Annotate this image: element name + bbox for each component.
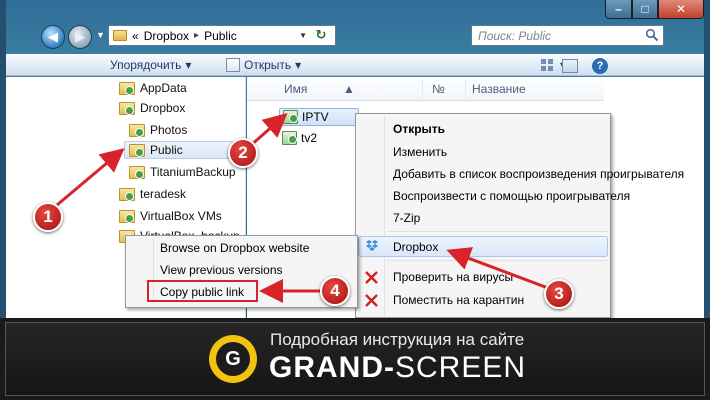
- step-badge-2: 2: [228, 138, 258, 168]
- nav-item-label: TitaniumBackup: [150, 165, 236, 179]
- forward-button[interactable]: ▶: [68, 25, 92, 49]
- search-input[interactable]: Поиск: Public: [471, 25, 664, 46]
- address-bar[interactable]: « Dropbox ▸ Public ▼ ↻: [108, 25, 336, 46]
- file-row-tv2[interactable]: tv2: [279, 129, 320, 147]
- organize-button[interactable]: Упорядочить ▾: [110, 58, 191, 72]
- arrow-left-icon: ◀: [48, 29, 58, 44]
- open-button[interactable]: Открыть ▾: [226, 58, 301, 72]
- open-label: Открыть: [244, 58, 292, 72]
- column-name[interactable]: Имя: [284, 82, 307, 96]
- nav-item-dropbox[interactable]: Dropbox: [119, 99, 185, 117]
- folder-icon: [119, 81, 135, 95]
- logo-letter: G: [216, 342, 250, 376]
- column-separator: [422, 79, 423, 99]
- dropbox-folder-icon: [129, 143, 145, 157]
- address-prefix: «: [132, 28, 139, 43]
- nav-item-teradesk[interactable]: teradesk: [119, 185, 186, 203]
- nav-item-label: VirtualBox VMs: [140, 209, 222, 223]
- address-dropdown-icon[interactable]: ▼: [299, 31, 307, 40]
- step-badge-1: 1: [33, 202, 63, 232]
- nav-item-appdata[interactable]: AppData: [119, 79, 187, 97]
- open-icon: [226, 58, 240, 72]
- playlist-file-icon: [282, 131, 297, 145]
- search-placeholder: Поиск: Public: [478, 28, 552, 43]
- column-number[interactable]: №: [432, 82, 445, 96]
- menu-item-previous-versions[interactable]: View previous versions: [160, 261, 283, 279]
- file-row-iptv[interactable]: IPTV: [279, 108, 359, 126]
- nav-item-public[interactable]: Public: [124, 141, 244, 159]
- nav-item-label: Dropbox: [140, 101, 186, 115]
- nav-item-titaniumbackup[interactable]: TitaniumBackup: [129, 163, 236, 181]
- breadcrumb-dropbox[interactable]: Dropbox: [144, 29, 189, 43]
- banner-frame: G Подробная инструкция на сайте GRAND-SC…: [5, 322, 705, 396]
- antivirus-icon: [365, 271, 378, 284]
- menu-item-add-to-playlist[interactable]: Добавить в список воспроизведения проигр…: [393, 165, 684, 183]
- brand-bold: GRAND-: [269, 351, 395, 384]
- help-button[interactable]: ?: [592, 58, 608, 74]
- close-button[interactable]: ✕: [658, 0, 704, 19]
- copy-link-highlight-frame: [147, 280, 258, 302]
- recent-pages-dropdown[interactable]: ▼: [96, 30, 105, 40]
- antivirus-icon: [365, 294, 378, 307]
- grand-screen-logo: G: [209, 335, 257, 383]
- breadcrumb-public[interactable]: Public: [204, 29, 237, 43]
- breadcrumb-separator: ▸: [194, 30, 200, 41]
- file-name: IPTV: [302, 110, 329, 124]
- command-bar: Упорядочить ▾ Открыть ▾ ▾ ?: [6, 54, 704, 76]
- menu-divider: [386, 231, 608, 232]
- menu-item-7zip[interactable]: 7-Zip: [393, 209, 420, 227]
- dropbox-folder-icon: [129, 165, 145, 179]
- help-icon: ?: [596, 60, 604, 72]
- menu-item-dropbox[interactable]: Dropbox: [393, 238, 438, 256]
- sort-caret-icon: ▲: [343, 82, 355, 96]
- folder-icon: [113, 30, 127, 41]
- menu-gutter: [384, 116, 385, 316]
- preview-pane-button[interactable]: [562, 59, 578, 73]
- brand-thin: SCREEN: [395, 351, 527, 384]
- menu-item-browse-dropbox[interactable]: Browse on Dropbox website: [160, 239, 309, 257]
- menu-item-play-with[interactable]: Воспроизвести с помощью проигрывателя: [393, 187, 630, 205]
- playlist-file-icon: [283, 110, 298, 124]
- nav-item-label: Public: [150, 143, 183, 157]
- explorer-window: – □ ✕ ◀ ▶ ▼ « Dropbox ▸ Public ▼ ↻ Поиск…: [0, 0, 710, 318]
- search-icon[interactable]: [645, 28, 659, 42]
- banner-subtitle: Подробная инструкция на сайте: [270, 330, 525, 349]
- promo-banner: G Подробная инструкция на сайте GRAND-SC…: [0, 318, 710, 400]
- minimize-button[interactable]: –: [605, 0, 632, 19]
- caption-buttons: – □ ✕: [605, 0, 704, 20]
- chevron-down-icon: ▾: [185, 58, 192, 72]
- dropbox-icon: [366, 240, 378, 251]
- refresh-icon[interactable]: ↻: [311, 27, 331, 45]
- nav-item-label: AppData: [140, 81, 187, 95]
- menu-item-quarantine[interactable]: Поместить на карантин: [393, 291, 524, 309]
- nav-item-label: teradesk: [140, 187, 187, 201]
- menu-item-scan-virus[interactable]: Проверить на вирусы: [393, 268, 513, 286]
- back-button[interactable]: ◀: [41, 25, 65, 49]
- column-title[interactable]: Название: [472, 82, 526, 96]
- maximize-button[interactable]: □: [632, 0, 658, 19]
- folder-icon: [119, 187, 135, 201]
- column-separator: [465, 79, 466, 99]
- arrow-right-icon: ▶: [75, 29, 85, 44]
- column-header: ▲ Имя № Название: [247, 77, 604, 101]
- menu-item-edit[interactable]: Изменить: [393, 143, 447, 161]
- organize-label: Упорядочить: [110, 58, 182, 72]
- menu-item-open[interactable]: Открыть: [393, 120, 445, 138]
- step-badge-4: 4: [320, 276, 350, 306]
- views-icon: [541, 59, 553, 71]
- nav-item-photos[interactable]: Photos: [129, 121, 187, 139]
- nav-item-label: Photos: [150, 123, 188, 137]
- step-badge-3: 3: [544, 279, 574, 309]
- chevron-down-icon: ▾: [295, 58, 302, 72]
- banner-brand: GRAND-SCREEN: [269, 351, 526, 385]
- nav-item-virtualbox-vms[interactable]: VirtualBox VMs: [119, 207, 222, 225]
- dropbox-folder-icon: [119, 101, 135, 115]
- folder-icon: [119, 209, 135, 223]
- dropbox-folder-icon: [129, 123, 145, 137]
- file-name: tv2: [301, 131, 318, 145]
- menu-divider: [386, 260, 608, 261]
- window-frame-right: [704, 0, 710, 318]
